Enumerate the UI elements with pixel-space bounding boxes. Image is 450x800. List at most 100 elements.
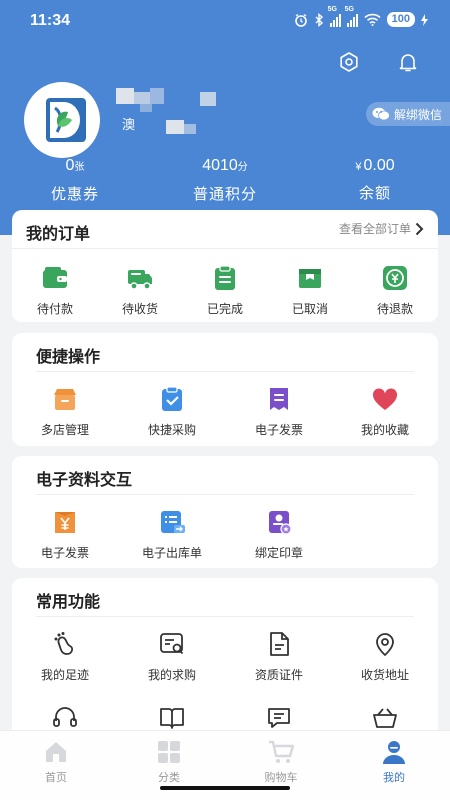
- nav-home-label: 首页: [45, 771, 67, 784]
- e-docs-title: 电子资料交互: [36, 470, 133, 489]
- multi-store-management[interactable]: 多店管理: [25, 385, 105, 438]
- wifi-icon: [364, 13, 381, 26]
- heart-icon: [372, 388, 398, 410]
- bind-seal[interactable]: 绑定印章: [239, 508, 319, 561]
- nav-cart[interactable]: 购物车: [246, 739, 316, 785]
- currency-symbol: ¥: [355, 161, 362, 173]
- balance-value: 0.00: [363, 157, 395, 174]
- brand-logo-image: [46, 98, 86, 142]
- wallet-icon: [43, 267, 67, 288]
- e-docs-card: 电子资料交互 电子发票 电子出库单 绑定印章: [12, 456, 438, 568]
- book-icon: [160, 708, 184, 729]
- my-footprints-label: 我的足迹: [40, 668, 89, 682]
- home-indicator: [160, 786, 290, 790]
- quick-actions-title: 便捷操作: [36, 347, 101, 366]
- bell-icon[interactable]: [396, 50, 420, 74]
- my-favorites[interactable]: 我的收藏: [345, 385, 425, 438]
- order-pending-payment[interactable]: 待付款: [15, 264, 95, 317]
- nav-home[interactable]: 首页: [21, 739, 91, 785]
- e-invoice-doc-label: 电子发票: [40, 546, 89, 560]
- order-cancelled[interactable]: 已取消: [270, 264, 350, 317]
- cellular-signal-1-icon: 5G: [328, 6, 341, 27]
- quick-actions-card: 便捷操作 多店管理 快捷采购 电子发票 我的收藏: [12, 333, 438, 446]
- nav-category[interactable]: 分类: [134, 739, 204, 785]
- e-outbound-order-label: 电子出库单: [141, 546, 202, 560]
- points-label: 普通积分: [192, 185, 257, 203]
- e-invoice-doc[interactable]: 电子发票: [25, 508, 105, 561]
- bind-seal-label: 绑定印章: [254, 546, 303, 560]
- shipping-address-label: 收货地址: [360, 668, 409, 682]
- order-refund-label: 待退款: [376, 302, 413, 316]
- username-fragment: 澳: [122, 118, 136, 133]
- orders-title: 我的订单: [26, 224, 91, 243]
- order-pending-payment-label: 待付款: [36, 302, 73, 316]
- invoice-icon: [270, 388, 288, 410]
- points-unit: 分: [237, 162, 248, 173]
- location-pin-icon: [376, 633, 394, 657]
- messages[interactable]: [239, 704, 319, 732]
- basket-icon: [373, 708, 397, 728]
- common-functions-title: 常用功能: [36, 592, 101, 611]
- wechat-icon: [372, 107, 390, 121]
- refund-icon: [383, 266, 407, 290]
- status-bar: 11:34 5G 5G 100: [0, 0, 450, 42]
- yen-invoice-icon: [55, 512, 75, 533]
- clipboard-check-icon: [215, 265, 235, 290]
- quick-purchase-label: 快捷采购: [147, 423, 196, 437]
- status-icons: 5G 5G 100: [294, 6, 428, 27]
- common-functions-card: 常用功能 我的足迹 我的求购 资质证件 收货地址: [12, 578, 438, 738]
- basket[interactable]: [345, 704, 425, 732]
- balance-stat[interactable]: ¥0.00 余额: [300, 155, 450, 204]
- purchase-check-icon: [162, 386, 182, 411]
- balance-label: 余额: [358, 184, 391, 202]
- nav-mine[interactable]: 我的: [359, 739, 429, 785]
- chevron-right-icon: [415, 222, 424, 235]
- nav-cart-label: 购物车: [264, 771, 298, 784]
- qualification-certificates[interactable]: 资质证件: [239, 630, 319, 683]
- avatar[interactable]: D: [24, 82, 100, 158]
- request-search-icon: [160, 633, 184, 655]
- certificate-icon: [270, 632, 289, 656]
- e-outbound-order[interactable]: 电子出库单: [132, 508, 212, 561]
- orders-card: 我的订单 查看全部订单 待付款 待收货 已完成 已取消 待退款: [12, 210, 438, 322]
- shipping-address[interactable]: 收货地址: [345, 630, 425, 683]
- nav-mine-label: 我的: [383, 771, 405, 784]
- my-purchase-requests[interactable]: 我的求购: [132, 630, 212, 683]
- e-invoice-quick[interactable]: 电子发票: [239, 385, 319, 438]
- my-purchase-requests-label: 我的求购: [147, 668, 196, 682]
- order-to-receive-label: 待收货: [121, 302, 158, 316]
- unbind-wechat-button[interactable]: 解绑微信: [365, 102, 450, 126]
- order-cancelled-label: 已取消: [291, 302, 328, 316]
- cellular-signal-2-icon: 5G: [345, 6, 358, 27]
- qualification-certificates-label: 资质证件: [254, 668, 303, 682]
- coupon-stat[interactable]: 0张 优惠券: [0, 155, 150, 204]
- truck-icon: [128, 270, 152, 290]
- gear-icon[interactable]: [337, 50, 361, 74]
- account-stats: 0张 优惠券 4010分 普通积分 ¥0.00 余额: [0, 155, 450, 204]
- multi-store-label: 多店管理: [40, 423, 89, 437]
- category-grid-icon: [158, 741, 180, 763]
- cart-icon: [269, 740, 294, 763]
- points-stat[interactable]: 4010分 普通积分: [150, 155, 300, 204]
- order-refund[interactable]: 待退款: [355, 264, 435, 317]
- seal-icon: [269, 511, 292, 535]
- message-icon: [268, 708, 290, 728]
- points-value: 4010: [202, 157, 238, 174]
- cancelled-box-icon: [299, 269, 321, 288]
- order-completed-label: 已完成: [206, 302, 243, 316]
- store-icon: [54, 389, 76, 410]
- battery-indicator: 100: [386, 12, 415, 27]
- nav-category-label: 分类: [158, 771, 180, 784]
- guide-book[interactable]: [132, 704, 212, 732]
- home-icon: [46, 742, 66, 762]
- headset-icon: [53, 707, 77, 727]
- view-all-orders-link[interactable]: 查看全部订单: [339, 220, 424, 237]
- quick-purchase[interactable]: 快捷采购: [132, 385, 212, 438]
- order-completed[interactable]: 已完成: [185, 264, 265, 317]
- customer-service[interactable]: [25, 704, 105, 732]
- unbind-wechat-label: 解绑微信: [393, 107, 442, 122]
- my-footprints[interactable]: 我的足迹: [25, 630, 105, 683]
- charging-bolt-icon: [421, 13, 428, 26]
- profile-header: 11:34 5G 5G 100 D: [0, 0, 450, 235]
- order-to-receive[interactable]: 待收货: [100, 264, 180, 317]
